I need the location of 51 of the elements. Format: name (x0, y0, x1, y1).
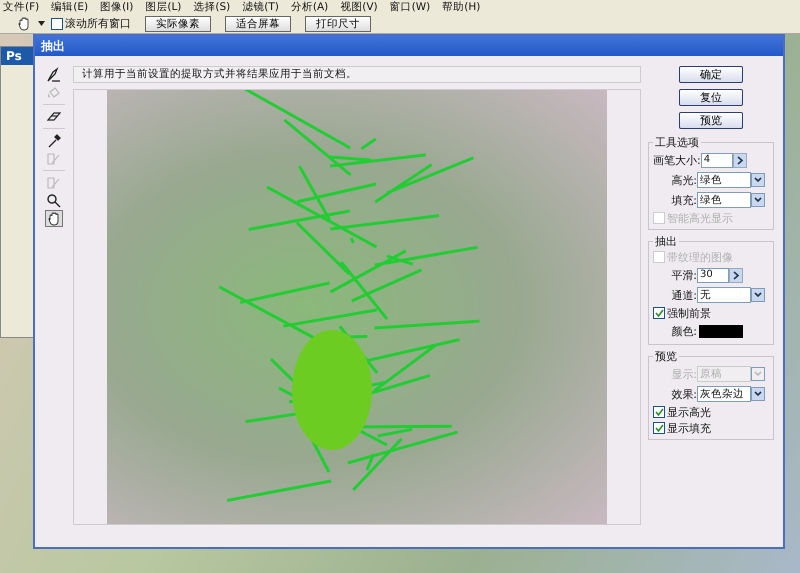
checkbox-label: 显示填充 (667, 420, 711, 436)
dropdown[interactable]: 绿色 (697, 192, 751, 208)
menu-item[interactable]: 文件(F) (3, 0, 40, 14)
group-title: 预览 (654, 349, 678, 364)
field-label: 通道: (670, 288, 697, 302)
field-label: 效果: (670, 386, 697, 402)
hand-tool-icon[interactable] (45, 210, 63, 227)
checkbox[interactable] (653, 422, 665, 434)
field-label: 显示: (670, 366, 697, 382)
checkbox[interactable] (653, 307, 665, 319)
field-label: 颜色: (670, 324, 697, 338)
group-title: 抽出 (654, 234, 678, 249)
dropdown[interactable]: 无 (697, 287, 751, 303)
checkbox-label: 滚动所有窗口 (65, 16, 131, 31)
menu-item[interactable]: 窗口(W) (390, 0, 430, 14)
window-title: 抽出 (41, 38, 65, 54)
menu-item[interactable]: 图层(L) (145, 0, 182, 14)
caret-icon[interactable] (38, 21, 45, 26)
checkbox[interactable] (653, 406, 665, 418)
dropdown[interactable]: 灰色杂边 (697, 386, 751, 402)
checkbox[interactable] (51, 18, 63, 30)
field-label: 画笔大小: (653, 152, 701, 168)
app-logo: Ps (1, 47, 34, 65)
menu-item[interactable]: 视图(V) (340, 0, 378, 14)
checkbox-label: 带纹理的图像 (667, 250, 733, 264)
brush-tool-icon[interactable] (45, 66, 63, 83)
menu-item[interactable]: 编辑(E) (51, 0, 88, 14)
option-button[interactable]: 实际像素 (145, 16, 211, 32)
field-label: 平滑: (670, 268, 697, 282)
checkbox-label: 强制前景 (667, 306, 711, 320)
field-label: 填充: (670, 192, 697, 208)
option-button[interactable]: 打印尺寸 (305, 16, 371, 32)
number-field[interactable]: 4 (700, 152, 733, 168)
menu-item[interactable]: 滤镜(T) (242, 0, 279, 14)
dialog-button[interactable]: 确定 (679, 66, 743, 83)
color-swatch[interactable] (699, 324, 743, 338)
group-title: 工具选项 (654, 135, 700, 150)
zoom-tool-icon[interactable] (45, 192, 63, 209)
option-button[interactable]: 适合屏幕 (225, 16, 291, 32)
dropdown[interactable]: 绿色 (697, 172, 751, 188)
menu-item[interactable]: 分析(A) (290, 0, 328, 14)
menu-item[interactable]: 图像(I) (100, 0, 134, 14)
field-label: 高光: (670, 172, 697, 188)
number-field[interactable]: 30 (697, 268, 729, 282)
dialog-button[interactable]: 复位 (679, 89, 743, 106)
dialog-button[interactable]: 预览 (679, 112, 743, 129)
menu-item[interactable]: 帮助(H) (442, 0, 480, 14)
checkbox-label: 显示高光 (667, 404, 711, 420)
menu-item[interactable]: 选择(S) (193, 0, 230, 14)
checkbox-label: 智能高光显示 (667, 210, 733, 226)
hint-text: 计算用于当前设置的提取方式并将结果应用于当前文档。 (73, 66, 641, 83)
